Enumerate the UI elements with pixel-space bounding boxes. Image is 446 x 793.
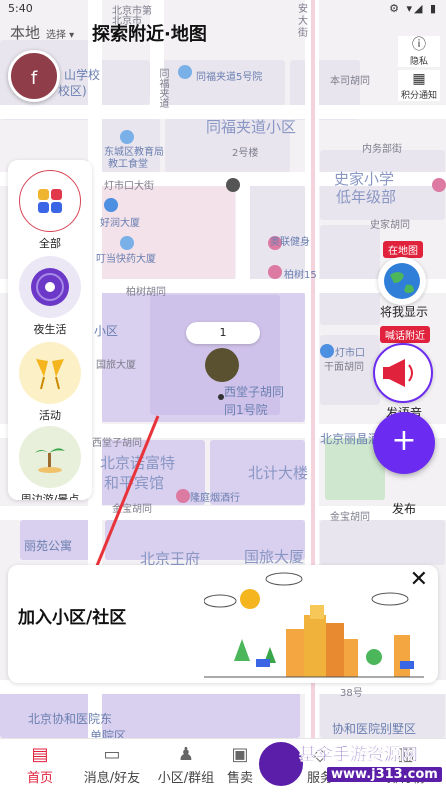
category-label: 活动 <box>39 409 61 422</box>
tab-home[interactable]: ▤ 首页 <box>0 743 80 786</box>
map-poi[interactable] <box>432 178 446 192</box>
category-nearby-trips[interactable]: 周边游/景点 <box>8 426 92 500</box>
map-label: 教工食堂 <box>108 159 148 170</box>
show-me-button[interactable] <box>378 257 426 305</box>
category-label: 全部 <box>39 237 61 250</box>
map-label: 同福夹道小区 <box>206 118 297 136</box>
map-label: 街 <box>298 28 308 39</box>
avatar[interactable]: f <box>8 50 60 102</box>
join-community-title: 加入小区/社区 <box>18 608 127 628</box>
privacy-button[interactable]: ⓘ 隐私 <box>398 36 440 67</box>
tab-label: 首页 <box>26 771 53 786</box>
map-label: 柏树胡同 <box>126 287 166 298</box>
tab-label: 消息/好友 <box>83 771 141 786</box>
map-poi[interactable] <box>178 65 192 79</box>
map-label: 金宝胡同 <box>330 512 370 523</box>
map-label: 国旅大厦 <box>96 360 136 371</box>
grid-icon <box>19 170 81 232</box>
map-block <box>100 60 150 105</box>
watermark-logo-icon <box>257 740 305 788</box>
category-panel: 全部 夜生活 活动 周边游/景点 <box>8 160 92 500</box>
map-label: 内务部街 <box>362 144 402 155</box>
map-poi[interactable] <box>226 178 240 192</box>
points-label: 积分通知 <box>400 91 437 101</box>
voice-tag: 喊话附近 <box>380 326 430 343</box>
location-dot <box>218 394 224 400</box>
vinyl-icon <box>19 256 81 318</box>
category-label: 周边游/景点 <box>20 493 80 500</box>
category-nightlife[interactable]: 夜生活 <box>8 256 92 337</box>
map-poi[interactable] <box>120 236 134 250</box>
map-label: 叮当快药大厦 <box>96 254 156 265</box>
map-label: 协和医院别墅区 <box>332 722 417 736</box>
status-icons: ⚙ ▾◢ ▮ <box>389 2 438 15</box>
watermark-url: www.j313.com <box>327 767 442 782</box>
map-label: 隆庭烟酒行 <box>190 493 240 504</box>
megaphone-icon <box>383 359 413 387</box>
map-label: 干面胡同 <box>324 362 364 373</box>
status-time: 5:40 <box>8 2 33 15</box>
join-community-card[interactable]: 加入小区/社区 ✕ <box>8 565 438 683</box>
map-label: 史家胡同 <box>370 220 410 231</box>
annotation-arrow <box>84 415 160 588</box>
map-poi[interactable] <box>268 265 282 279</box>
map-label: 本司胡同 <box>330 76 370 87</box>
map-label: 灯市口大街 <box>104 181 154 192</box>
points-button[interactable]: ▦ 积分通知 <box>398 70 440 101</box>
globe-icon <box>384 263 420 299</box>
map-label: 丽苑公寓 <box>24 539 73 553</box>
map-poi[interactable] <box>104 198 118 212</box>
tab-label: 小区/群组 <box>157 771 215 786</box>
map-label: 同1号院 <box>224 403 268 417</box>
category-all[interactable]: 全部 <box>8 170 92 251</box>
voice-button[interactable] <box>373 343 433 403</box>
map-icon: ▤ <box>31 744 49 765</box>
map-poi[interactable] <box>176 489 190 503</box>
cluster-marker[interactable] <box>205 348 239 382</box>
watermark-title: 基伞手游资源网 <box>299 745 418 765</box>
cheers-icon <box>19 342 81 404</box>
page-title: 探索附近·地图 <box>92 24 207 45</box>
map-label: 国旅大厦 <box>244 548 305 566</box>
map-block <box>320 225 380 325</box>
chat-icon: ▭ <box>103 744 121 765</box>
privacy-icon: ⓘ <box>412 37 426 53</box>
show-me-tag: 在地图 <box>383 241 423 258</box>
location-label[interactable]: 本地 <box>10 22 40 43</box>
watermark: 基伞手游资源网 www.j313.com <box>255 736 446 793</box>
map-label: 单院区 <box>90 729 127 738</box>
cluster-count-badge[interactable]: 1 <box>186 322 260 344</box>
map-label: 低年级部 <box>336 188 397 206</box>
palm-icon <box>19 426 81 488</box>
map-label: 北计大楼 <box>248 464 309 482</box>
map-label: 北京协和医院东 <box>28 712 113 726</box>
map-label: 好润大厦 <box>100 218 140 229</box>
publish-button[interactable]: + <box>373 412 435 474</box>
publish-label: 发布 <box>391 502 416 516</box>
map-poi[interactable] <box>120 130 134 144</box>
city-illustration <box>204 572 424 678</box>
map-road <box>0 506 446 520</box>
map-label: 灯市口 <box>335 348 365 359</box>
category-label: 夜生活 <box>33 323 67 336</box>
location-select[interactable]: 选择 ▾ <box>46 26 74 41</box>
map-label: 奥联健身 <box>270 237 310 248</box>
points-icon: ▦ <box>412 71 426 87</box>
map-label: 同福夹道5号院 <box>196 72 263 83</box>
map-poi[interactable] <box>320 344 334 358</box>
map-label: 38号 <box>340 688 363 699</box>
map-label: 2号楼 <box>232 148 259 159</box>
tab-messages[interactable]: ▭ 消息/好友 <box>72 743 152 786</box>
map-label: 西堂子胡同 <box>224 385 285 399</box>
map-label: 小区 <box>94 324 119 338</box>
map-label: 柏树15 <box>284 270 317 281</box>
category-events[interactable]: 活动 <box>8 342 92 423</box>
tab-label: 售卖 <box>226 771 253 786</box>
map-block <box>320 520 445 565</box>
map-label: 山学校 <box>64 68 101 82</box>
show-me-label: 将我显示 <box>379 305 428 319</box>
map-label: 同福夹道 <box>157 68 168 108</box>
privacy-label: 隐私 <box>409 57 428 67</box>
map-label: 校区) <box>58 84 87 98</box>
